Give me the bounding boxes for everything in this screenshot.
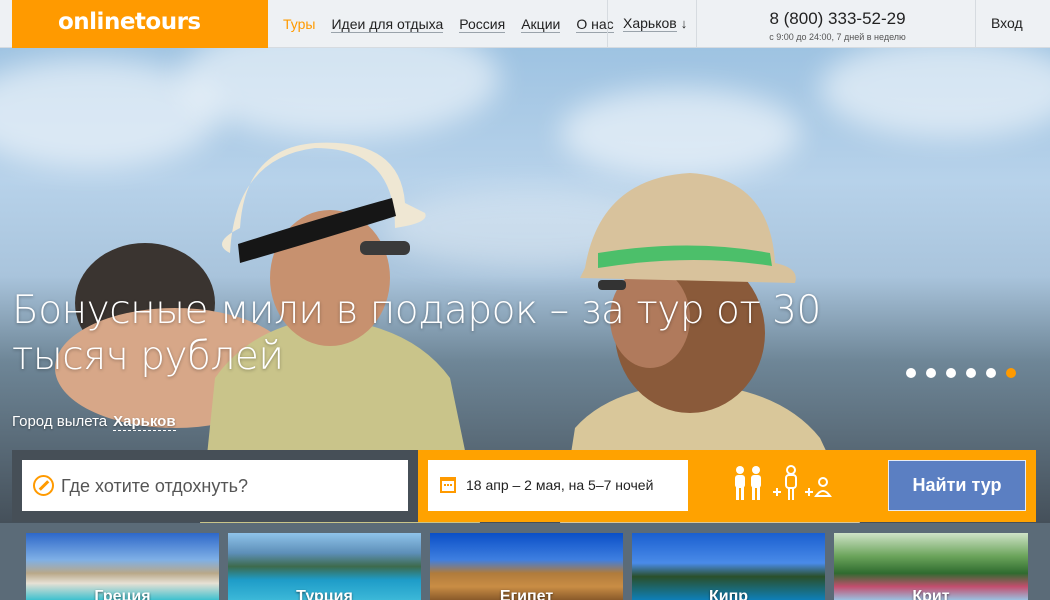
header-divider (607, 0, 608, 48)
tile-label: Греция (94, 588, 151, 600)
header-divider (696, 0, 697, 48)
slider-dot[interactable] (966, 368, 976, 378)
nav-item-about[interactable]: О нас (576, 16, 614, 33)
destination-tile-turkey[interactable]: Турция (228, 533, 421, 600)
slider-dot[interactable] (906, 368, 916, 378)
infant-icon (805, 477, 832, 497)
site-header: onlinetours Туры Идеи для отдыха Россия … (0, 0, 1050, 48)
tile-label: Кипр (708, 588, 749, 600)
arrow-down-icon: ↓ (680, 16, 688, 31)
find-tour-button[interactable]: Найти тур (888, 460, 1026, 511)
tile-label: Крит (912, 588, 950, 600)
destination-tile-cyprus[interactable]: Кипр (632, 533, 825, 600)
calendar-icon (440, 477, 456, 493)
logo[interactable]: onlinetours (12, 0, 268, 48)
departure-label: Город вылета (12, 413, 108, 430)
destination-placeholder: Где хотите отдохнуть? (61, 476, 248, 496)
adults-icon (735, 466, 761, 500)
city-name: Харьков (623, 15, 677, 32)
header-divider (975, 0, 976, 48)
slider-dot[interactable] (986, 368, 996, 378)
city-selector[interactable]: Харьков ↓ (623, 15, 688, 32)
logo-text: onlinetours (58, 9, 201, 35)
compass-icon (33, 475, 54, 496)
slider-dot[interactable] (946, 368, 956, 378)
phone-hours: с 9:00 до 24:00, 7 дней в неделю (769, 32, 906, 42)
slider-dots (906, 368, 1026, 378)
tile-label: Турция (296, 588, 353, 600)
dates-value: 18 апр – 2 мая, на 5–7 ночей (466, 477, 654, 493)
dates-field[interactable]: 18 апр – 2 мая, на 5–7 ночей (428, 460, 688, 511)
departure-city-row: Город вылета Харьков (12, 413, 176, 431)
nav-item-promotions[interactable]: Акции (521, 16, 561, 33)
travelers-selector[interactable] (731, 462, 841, 508)
nav-item-ideas[interactable]: Идеи для отдыха (331, 16, 444, 33)
phone-number[interactable]: 8 (800) 333-52-29 (745, 9, 930, 29)
destination-tile-crete[interactable]: Крит (834, 533, 1028, 600)
destination-tile-greece[interactable]: Греция (26, 533, 219, 600)
tile-label: Египет (499, 588, 554, 600)
slider-dot-active[interactable] (1006, 368, 1016, 378)
hero-title: Бонусные мили в подарок – за тур от 30 т… (12, 288, 821, 379)
login-link[interactable]: Вход (991, 15, 1023, 31)
departure-city-link[interactable]: Харьков (113, 413, 176, 431)
child-icon (773, 465, 797, 500)
nav-item-tours[interactable]: Туры (283, 16, 315, 32)
destination-tile-egypt[interactable]: Египет (430, 533, 623, 600)
slider-dot[interactable] (926, 368, 936, 378)
main-nav: Туры Идеи для отдыха Россия Акции О нас (268, 0, 614, 48)
destination-input[interactable]: Где хотите отдохнуть? (22, 460, 408, 511)
nav-item-russia[interactable]: Россия (459, 16, 506, 33)
